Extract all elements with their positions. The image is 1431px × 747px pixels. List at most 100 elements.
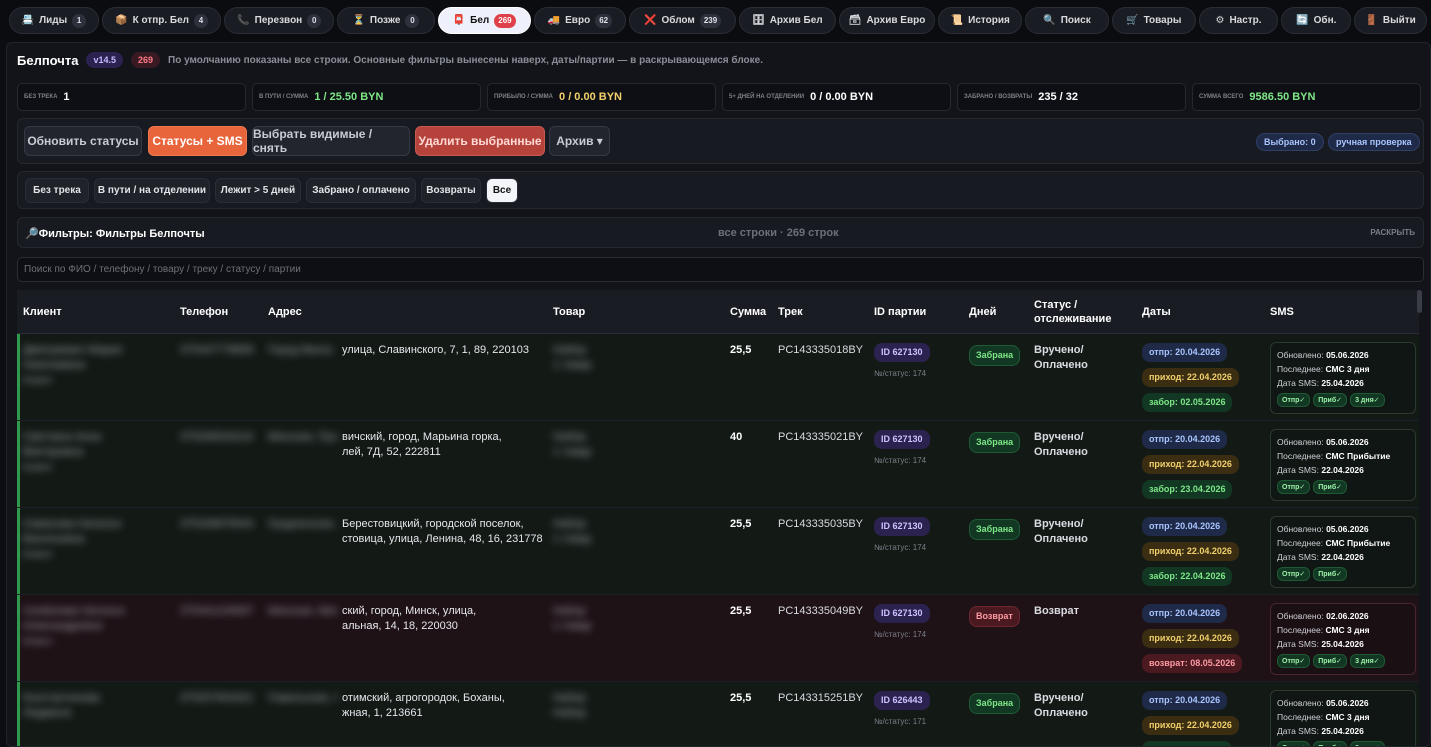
nav-tab-3[interactable]: ⏳ Позже 0 bbox=[337, 7, 435, 34]
batch-status: №/статус: 174 bbox=[874, 543, 927, 552]
select-visible-button[interactable]: Выбрать видимые / снять bbox=[252, 126, 410, 156]
nav-tab-icon: 🚚 bbox=[547, 15, 561, 26]
expand-filters-button[interactable]: РАСКРЫТЬ bbox=[1370, 228, 1415, 237]
selected-count-badge: Выбрано: 0 bbox=[1256, 133, 1324, 151]
nav-tab-0[interactable]: 📇 Лиды 1 bbox=[9, 7, 99, 34]
address-hidden: Минская, Пухо bbox=[268, 431, 338, 443]
stat-card: Прибыло / сумма 0 / 0.00 BYN bbox=[487, 83, 716, 111]
phone: 375339876543 bbox=[180, 518, 254, 530]
nav-tab-label: История bbox=[968, 15, 1010, 26]
stat-label: 5+ дней на отделении bbox=[729, 94, 805, 100]
row-count-badge: 269 bbox=[130, 52, 161, 68]
address-line-2: стовица, улица, Ленина, 48, 16, 231778 bbox=[342, 533, 543, 545]
nav-tab-4[interactable]: 📮 Бел 269 bbox=[437, 7, 531, 34]
nav-tab-label: Бел bbox=[470, 15, 490, 26]
nav-tab-14[interactable]: 🚪 Выйти bbox=[1354, 7, 1427, 34]
date-badge: приход: 22.04.2026 bbox=[1142, 368, 1239, 387]
batch-id-badge[interactable]: ID 627130 bbox=[874, 430, 930, 449]
filters-collapsible[interactable]: 🔎Фильтры: Фильтры Белпочты все строки · … bbox=[17, 217, 1424, 248]
column-header[interactable]: Товар bbox=[553, 290, 585, 334]
nav-tab-6[interactable]: ❌ Облом 239 bbox=[629, 7, 736, 34]
filter-chip[interactable]: Забрано / оплачено bbox=[306, 178, 416, 203]
sms-line-value: 25.04.2026 bbox=[1321, 726, 1364, 736]
column-header[interactable]: Адрес bbox=[268, 290, 302, 334]
dates-cell: отпр: 20.04.2026 приход: 22.04.2026 возвра… bbox=[1142, 604, 1243, 679]
column-header[interactable]: SMS bbox=[1270, 290, 1294, 334]
sms-line-value: 25.04.2026 bbox=[1321, 639, 1364, 649]
stat-card: Без трека 1 bbox=[17, 83, 246, 111]
nav-tab-label: Евро bbox=[565, 15, 591, 26]
address-hidden: Минская, Мин bbox=[268, 605, 338, 617]
sms-card: Обновлено: 02.06.2026 Последнее: СМС 3 дн… bbox=[1270, 603, 1416, 675]
nav-tab-9[interactable]: 📜 История bbox=[938, 7, 1023, 34]
sms-line-label: Последнее: bbox=[1277, 364, 1324, 374]
sms-tag: Отпр✓ bbox=[1277, 480, 1311, 494]
nav-tab-icon: ⏳ bbox=[352, 15, 365, 26]
nav-tab-13[interactable]: 🔄 Обн. bbox=[1281, 7, 1352, 34]
filter-chip[interactable]: Все bbox=[486, 178, 518, 203]
nav-tab-12[interactable]: ⚙ Настр. bbox=[1198, 7, 1279, 34]
column-header[interactable]: ID партии bbox=[874, 290, 926, 334]
nav-tab-11[interactable]: 🛒 Товары bbox=[1111, 7, 1196, 34]
days-cell: Возврат bbox=[969, 606, 1020, 627]
statuses-sms-button[interactable]: Статусы + SMS bbox=[148, 126, 247, 156]
nav-tab-5[interactable]: 🚚 Евро 62 bbox=[533, 7, 627, 34]
table-row[interactable]: Константинова Людмила 375257654321 Гомельск… bbox=[17, 682, 1419, 746]
nav-tab-2[interactable]: 📞 Перезвон 0 bbox=[224, 7, 335, 34]
column-header[interactable]: Дней bbox=[969, 290, 996, 334]
stat-card: 5+ дней на отделении 0 / 0.00 BYN bbox=[722, 83, 951, 111]
nav-tab-8[interactable]: 🗃 Архив Евро bbox=[838, 7, 936, 34]
refresh-statuses-button[interactable]: Обновить статусы bbox=[24, 126, 142, 156]
sms-card: Обновлено: 05.06.2026 Последнее: СМС Приб… bbox=[1270, 516, 1416, 588]
sms-line-value: СМС 3 дня bbox=[1325, 712, 1370, 722]
sms-tag: Приб✓ bbox=[1313, 741, 1348, 746]
table-row[interactable]: Светлана Анна Викторовна Клиент 37529654321… bbox=[17, 421, 1419, 508]
filter-chip[interactable]: Лежит > 5 дней bbox=[215, 178, 301, 203]
nav-tab-icon: 🔍 bbox=[1043, 15, 1056, 26]
table-row[interactable]: Дмитриевич Мария Николаевна Клиент 37544777… bbox=[17, 334, 1419, 421]
days-cell: Забрана bbox=[969, 693, 1021, 714]
column-header[interactable]: Телефон bbox=[180, 290, 228, 334]
manual-check-badge[interactable]: ручная проверка bbox=[1328, 133, 1420, 151]
sms-tags: Отпр✓ Приб✓ bbox=[1277, 480, 1409, 494]
column-header[interactable]: Сумма bbox=[730, 290, 766, 334]
search-input[interactable] bbox=[17, 257, 1424, 282]
batch-id-badge[interactable]: ID 627130 bbox=[874, 604, 930, 623]
table-body: Дмитриевич Мария Николаевна Клиент 37544777… bbox=[17, 334, 1419, 746]
table-row[interactable]: Скобелева Наталья Александровна Клиент 3754… bbox=[17, 595, 1419, 682]
table-scrollbar[interactable] bbox=[1417, 290, 1422, 313]
nav-tab-label: Облом bbox=[661, 15, 695, 26]
filter-chip[interactable]: В пути / на отделении bbox=[94, 178, 210, 203]
nav-tab-1[interactable]: 📦 К отпр. Бел 4 bbox=[101, 7, 222, 34]
nav-tab-10[interactable]: 🔍 Поиск bbox=[1025, 7, 1109, 34]
sms-line-label: Последнее: bbox=[1277, 451, 1324, 461]
batch-id-badge[interactable]: ID 626443 bbox=[874, 691, 930, 710]
sms-line: Обновлено: 05.06.2026 bbox=[1277, 522, 1409, 536]
date-badge: забор: 23.04.2026 bbox=[1142, 480, 1233, 499]
archive-dropdown-button[interactable]: Архив ▾ bbox=[549, 126, 610, 156]
tracking-status: Вручено/ bbox=[1034, 344, 1084, 356]
address-line-1: улица, Славинского, 7, 1, 89, 220103 bbox=[342, 344, 529, 356]
nav-tab-7[interactable]: 🗄 Архив Бел bbox=[738, 7, 836, 34]
delete-selected-button[interactable]: Удалить выбранные bbox=[415, 126, 545, 156]
column-header[interactable]: Клиент bbox=[23, 290, 62, 334]
nav-tab-count: 0 bbox=[307, 13, 322, 28]
filter-chip[interactable]: Без трека bbox=[25, 178, 89, 203]
client-name: Дмитриевич Мария bbox=[23, 344, 122, 356]
sms-line: Дата SMS: 25.04.2026 bbox=[1277, 376, 1409, 390]
batch-id-badge[interactable]: ID 627130 bbox=[874, 343, 930, 362]
sms-line-label: Обновлено: bbox=[1277, 611, 1324, 621]
sms-tag: Отпр✓ bbox=[1277, 393, 1311, 407]
client-label: Клиент bbox=[23, 549, 53, 559]
column-header[interactable]: Даты bbox=[1142, 290, 1171, 334]
table-row[interactable]: Семенова Наталья Васильевна Клиент 37533987… bbox=[17, 508, 1419, 595]
column-header[interactable]: Трек bbox=[778, 290, 803, 334]
filter-chip[interactable]: Возвраты bbox=[421, 178, 481, 203]
sms-card: Обновлено: 05.06.2026 Последнее: СМС Приб… bbox=[1270, 429, 1416, 501]
quick-filters: Без трека В пути / на отделении Лежит > 5 … bbox=[17, 171, 1424, 209]
sms-tags: Отпр✓Приб✓3 дня✓ bbox=[1277, 741, 1409, 746]
sms-line: Обновлено: 05.06.2026 bbox=[1277, 696, 1409, 710]
batch-id-badge[interactable]: ID 627130 bbox=[874, 517, 930, 536]
client-name: Светлана Анна bbox=[23, 431, 101, 443]
column-header[interactable]: Статус / отслеживание bbox=[1034, 290, 1119, 334]
